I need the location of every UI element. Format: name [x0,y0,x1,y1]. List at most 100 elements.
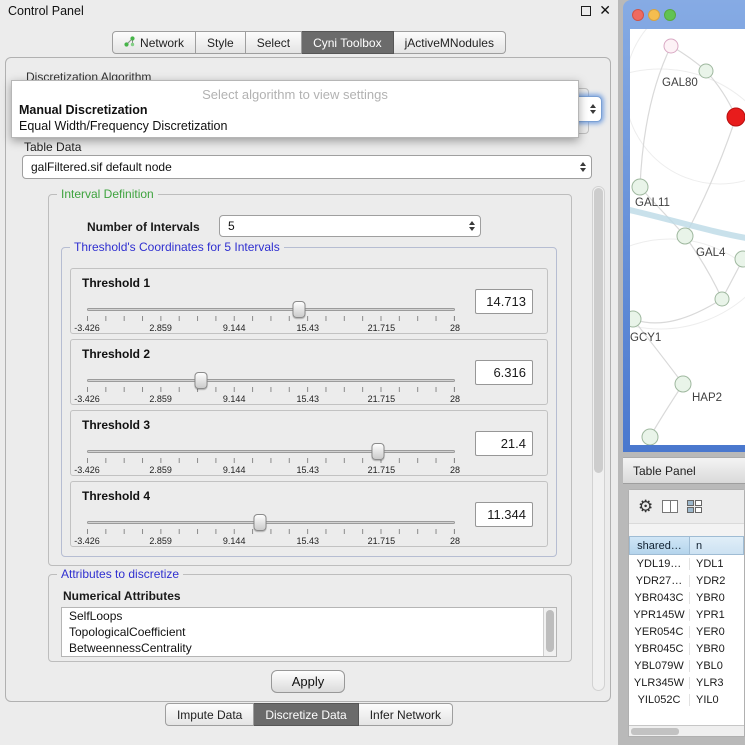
tab-style[interactable]: Style [196,31,246,54]
table-row[interactable]: YDL19…YDL1 [629,555,744,572]
apply-button[interactable]: Apply [271,670,345,693]
attribute-list-item[interactable]: BetweennessCentrality [62,640,556,656]
float-window-icon[interactable] [581,6,591,16]
table-row[interactable]: YIL052CYIL0 [629,691,744,708]
attribute-list-item[interactable]: SelfLoops [62,608,556,624]
tab-discretize-data[interactable]: Discretize Data [254,703,358,726]
table-row[interactable]: YDR27…YDR2 [629,572,744,589]
slider-scale: -3.4262.8599.14415.4321.71528 [87,536,455,547]
scrollbar-thumb[interactable] [546,610,554,652]
stepper-arrows[interactable] [580,162,586,172]
attribute-list-item[interactable]: TopologicalCoefficient [62,624,556,640]
table-cell[interactable]: YBR0 [690,592,744,604]
table-cell[interactable]: YIL052C [629,694,690,706]
dropdown-placeholder: Select algorithm to view settings [12,87,578,102]
column-header-shared-name[interactable]: shared… [629,536,690,555]
threshold-value-field[interactable]: 14.713 [475,289,533,314]
threshold-slider[interactable]: -3.4262.8599.14415.4321.71528 [87,370,455,404]
slider-track[interactable] [87,450,455,453]
gear-icon[interactable]: ⚙ [638,498,653,515]
numerical-attributes-list[interactable]: SelfLoopsTopologicalCoefficientBetweenne… [61,607,557,657]
tab-network[interactable]: Network [112,31,196,54]
slider-track[interactable] [87,521,455,524]
network-canvas[interactable]: GAL80 GAL11 GAL4 GCY1 HAP2 [630,29,745,445]
table-cell[interactable]: YDR27… [629,575,690,587]
slider-ticks [87,316,455,321]
dropdown-option-manual-discretization[interactable]: Manual Discretization [19,103,571,117]
control-panel-title: Control Panel [8,4,84,18]
stepper-arrows[interactable] [469,221,475,231]
slider-thumb[interactable] [195,372,208,389]
table-row[interactable]: YLR345WYLR3 [629,674,744,691]
control-panel: Control Panel ✕ Network Style Select Cyn… [0,0,618,745]
scrollbar-thumb[interactable] [594,188,603,473]
table-cell[interactable]: YER0 [690,626,744,638]
scrollbar-thumb[interactable] [631,728,679,735]
slider-track[interactable] [87,308,455,311]
table-row[interactable]: YBR045CYBR0 [629,640,744,657]
threshold-value-field[interactable]: 6.316 [475,360,533,385]
slider-scale-label: 21.715 [368,394,396,404]
slider-thumb[interactable] [253,514,266,531]
table-cell[interactable]: YBR0 [690,643,744,655]
network-window-titlebar[interactable] [623,0,745,29]
table-panel-titlebar[interactable]: Table Panel [623,457,745,484]
threshold-value-field[interactable]: 21.4 [475,431,533,456]
table-cell[interactable]: YLR345W [629,677,690,689]
close-icon[interactable]: ✕ [599,2,611,19]
table-cell[interactable]: YER054C [629,626,690,638]
threshold-slider[interactable]: -3.4262.8599.14415.4321.71528 [87,441,455,475]
tab-label: Impute Data [177,708,242,722]
slider-scale-label: 9.144 [223,323,246,333]
table-cell[interactable]: YDL1 [690,558,744,570]
slider-thumb[interactable] [293,301,306,318]
node-label[interactable]: HAP2 [692,392,722,404]
table-header-row: shared… n [629,536,744,555]
panel-vertical-scrollbar[interactable] [592,186,605,691]
table-cell[interactable]: YDR2 [690,575,744,587]
table-cell[interactable]: YBR043C [629,592,690,604]
node-label[interactable]: GAL80 [662,77,698,89]
tab-jactivemnodules[interactable]: jActiveMNodules [394,31,506,54]
select-columns-icon[interactable] [687,500,702,513]
tab-infer-network[interactable]: Infer Network [359,703,453,726]
horizontal-scrollbar[interactable] [629,725,744,736]
network-view-window: GAL80 GAL11 GAL4 GCY1 HAP2 [623,0,745,452]
number-of-intervals-combobox[interactable]: 5 [219,215,481,237]
table-cell[interactable]: YDL19… [629,558,690,570]
thresholds-legend: Threshold's Coordinates for 5 Intervals [70,240,284,254]
slider-thumb[interactable] [371,443,384,460]
table-cell[interactable]: YBR045C [629,643,690,655]
list-vertical-scrollbar[interactable] [543,608,556,656]
table-cell[interactable]: YPR1 [690,609,744,621]
table-row[interactable]: YER054CYER0 [629,623,744,640]
table-cell[interactable]: YIL0 [690,694,744,706]
tab-select[interactable]: Select [246,31,302,54]
threshold-value-field[interactable]: 11.344 [475,502,533,527]
pink-node[interactable] [664,39,678,53]
threshold-slider[interactable]: -3.4262.8599.14415.4321.71528 [87,512,455,546]
minimize-traffic-light-icon[interactable] [648,9,660,21]
table-row[interactable]: YBL079WYBL0 [629,657,744,674]
column-header-name[interactable]: n [690,536,744,555]
slider-track[interactable] [87,379,455,382]
node-label[interactable]: GCY1 [630,332,661,344]
node-label[interactable]: GAL4 [696,247,725,259]
table-row[interactable]: YPR145WYPR1 [629,606,744,623]
table-cell[interactable]: YBL079W [629,660,690,672]
stepper-arrows[interactable] [590,104,596,114]
threshold-slider[interactable]: -3.4262.8599.14415.4321.71528 [87,299,455,333]
dropdown-option-equal-width-frequency[interactable]: Equal Width/Frequency Discretization [19,119,571,133]
node-label[interactable]: GAL11 [635,197,670,209]
columns-icon[interactable] [662,500,678,513]
tab-impute-data[interactable]: Impute Data [165,703,254,726]
close-traffic-light-icon[interactable] [632,9,644,21]
table-cell[interactable]: YBL0 [690,660,744,672]
zoom-traffic-light-icon[interactable] [664,9,676,21]
selected-red-node[interactable] [727,108,745,126]
table-cell[interactable]: YPR145W [629,609,690,621]
table-cell[interactable]: YLR3 [690,677,744,689]
table-data-combobox[interactable]: galFiltered.sif default node [22,155,592,179]
table-row[interactable]: YBR043CYBR0 [629,589,744,606]
tab-cyni-toolbox[interactable]: Cyni Toolbox [302,31,393,54]
